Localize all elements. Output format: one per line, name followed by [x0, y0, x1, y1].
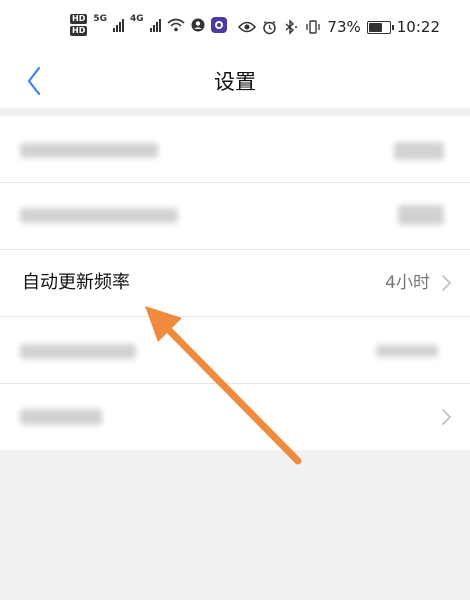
redacted-label: [20, 143, 158, 158]
settings-row-redacted[interactable]: [0, 317, 470, 384]
app-notification-icon: [210, 17, 227, 33]
redacted-value: [398, 205, 444, 225]
chevron-right-icon: [442, 275, 452, 291]
redacted-label: [20, 409, 102, 425]
vibrate-icon: [306, 20, 321, 34]
auto-update-frequency-value: 4小时: [385, 273, 430, 293]
settings-row-redacted[interactable]: [0, 183, 470, 250]
signal-icon: [113, 18, 124, 32]
navigation-header: 设置: [0, 58, 470, 108]
redacted-label: [20, 208, 178, 223]
redacted-label: [20, 344, 136, 359]
status-bar-left: HD HD 5G 4G: [70, 14, 227, 36]
wifi-icon: [167, 18, 185, 32]
eye-icon: [238, 21, 257, 33]
network-type-label: 4G: [130, 14, 144, 24]
battery-percent: 73%: [327, 18, 361, 36]
clock: 10:22: [396, 18, 440, 36]
alarm-icon: [263, 20, 277, 34]
page-title: 设置: [214, 70, 256, 94]
hd-badge: HD: [70, 26, 88, 36]
hd-badge: HD: [70, 14, 88, 24]
auto-update-frequency-row[interactable]: 自动更新频率 4小时: [0, 250, 470, 317]
signal-icon: [149, 18, 161, 32]
settings-row-redacted[interactable]: [0, 116, 470, 183]
chevron-right-icon: [442, 409, 452, 425]
privacy-icon: [191, 18, 205, 32]
auto-update-frequency-label: 自动更新频率: [22, 272, 130, 293]
redacted-value: [394, 142, 444, 160]
battery-icon: [366, 20, 394, 34]
status-bar: HD HD 5G 4G 73% 10:22: [0, 0, 470, 58]
status-bar-right: 73% 10:22: [238, 18, 440, 36]
battery-fill: [368, 22, 382, 32]
network-type-label: 5G: [93, 14, 107, 24]
settings-row-redacted[interactable]: [0, 384, 470, 450]
settings-list: 自动更新频率 4小时: [0, 116, 470, 450]
bluetooth-icon: [285, 19, 298, 35]
hd-badges: HD HD: [70, 14, 88, 36]
redacted-value: [376, 345, 438, 357]
